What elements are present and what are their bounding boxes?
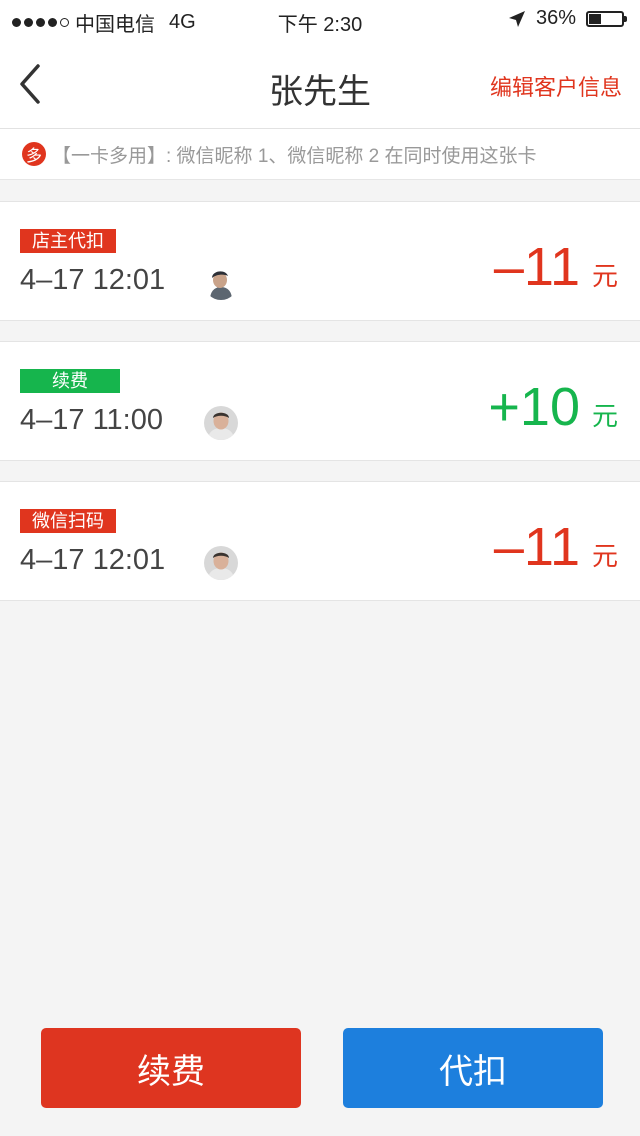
amount-value: –11 [493, 237, 580, 297]
record-time: 4–17 12:01 [20, 544, 166, 576]
amount-value: –11 [493, 517, 580, 577]
battery-fill [589, 13, 602, 24]
avatar [204, 266, 238, 300]
nav-bar: 张先生 编辑客户信息 [0, 40, 640, 129]
renew-button[interactable]: 续费 [41, 1028, 301, 1108]
list-item[interactable]: 店主代扣 4–17 12:01 –11 元 [0, 201, 640, 321]
record-tag: 店主代扣 [20, 229, 116, 253]
location-arrow-icon [508, 10, 525, 27]
amount-unit: 元 [591, 541, 618, 571]
list-item[interactable]: 续费 4–17 11:00 +10 元 [0, 341, 640, 461]
status-bar: 中国电信 4G 下午 2:30 36% [0, 0, 640, 40]
avatar [204, 406, 238, 440]
battery-icon [586, 10, 627, 27]
record-amount: –11 元 [494, 236, 618, 298]
status-right: 36% [508, 7, 627, 30]
deduct-button[interactable]: 代扣 [343, 1028, 603, 1108]
record-time: 4–17 11:00 [20, 404, 163, 436]
battery-percent: 36% [535, 7, 576, 29]
amount-value: +10 [488, 377, 580, 437]
amount-unit: 元 [591, 401, 618, 431]
multi-use-badge: 多 [22, 142, 46, 166]
record-time: 4–17 12:01 [20, 264, 166, 296]
record-amount: –11 元 [494, 516, 618, 578]
multi-use-notice: 多 【一卡多用】: 微信昵称 1、微信昵称 2 在同时使用这张卡 [0, 129, 640, 180]
avatar [204, 546, 238, 580]
record-amount: +10 元 [488, 376, 618, 438]
notice-text: 【一卡多用】: 微信昵称 1、微信昵称 2 在同时使用这张卡 [52, 145, 537, 167]
record-tag: 续费 [20, 369, 120, 393]
edit-customer-info-link[interactable]: 编辑客户信息 [490, 70, 622, 102]
amount-unit: 元 [591, 261, 618, 291]
list-item[interactable]: 微信扫码 4–17 12:01 –11 元 [0, 481, 640, 601]
record-tag: 微信扫码 [20, 509, 116, 533]
